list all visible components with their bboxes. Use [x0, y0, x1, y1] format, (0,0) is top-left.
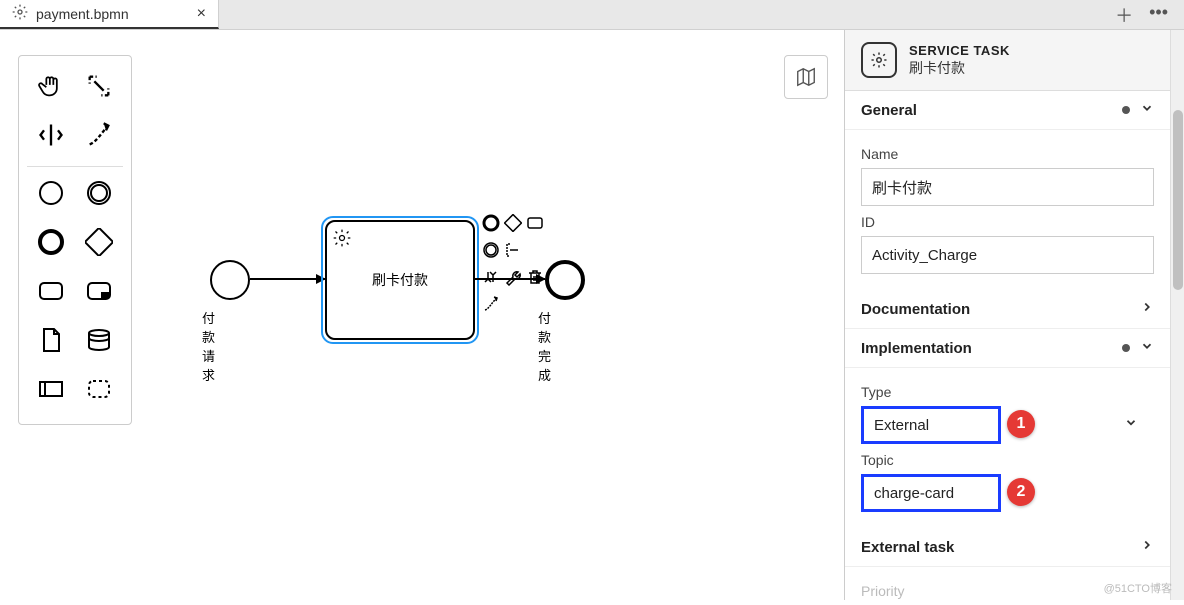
- add-tab-icon[interactable]: ＋: [1115, 2, 1133, 28]
- append-task-icon[interactable]: [526, 214, 544, 237]
- start-event-icon[interactable]: [37, 179, 65, 212]
- section-documentation[interactable]: Documentation: [845, 290, 1170, 329]
- tab-filename: payment.bpmn: [36, 6, 129, 22]
- chevron-right-icon: [1140, 300, 1154, 318]
- dot-icon: [1122, 106, 1130, 114]
- topic-label: Topic: [861, 452, 1154, 468]
- name-input[interactable]: [861, 168, 1154, 206]
- gateway-icon[interactable]: [85, 228, 113, 261]
- append-gateway-icon[interactable]: [504, 214, 522, 237]
- props-header: SERVICE TASK 刷卡付款: [845, 30, 1170, 91]
- subprocess-icon[interactable]: [85, 277, 113, 310]
- id-input[interactable]: [861, 236, 1154, 274]
- canvas[interactable]: 付款请求 刷卡付款 付款完成: [0, 30, 844, 600]
- connect-tool-icon[interactable]: [85, 121, 113, 154]
- editor-tab[interactable]: payment.bpmn ×: [0, 0, 219, 29]
- chevron-right-icon: [1140, 538, 1154, 556]
- element-type: SERVICE TASK: [909, 43, 1010, 58]
- tool-palette: [18, 55, 132, 425]
- task-label: 刷卡付款: [325, 220, 475, 340]
- chevron-down-icon: [1140, 101, 1154, 119]
- close-icon[interactable]: ×: [197, 5, 206, 23]
- space-tool-icon[interactable]: [37, 121, 65, 154]
- topic-input[interactable]: [861, 474, 1001, 512]
- section-general[interactable]: General: [845, 91, 1170, 130]
- type-select[interactable]: External: [861, 406, 1001, 444]
- start-event-label: 付款请求: [202, 308, 215, 384]
- participant-icon[interactable]: [37, 375, 65, 408]
- context-pad: [482, 214, 552, 322]
- callout-2: 2: [1007, 478, 1035, 506]
- group-icon[interactable]: [85, 375, 113, 408]
- scrollbar[interactable]: [1170, 30, 1184, 600]
- scroll-thumb[interactable]: [1173, 110, 1183, 290]
- properties-panel: SERVICE TASK 刷卡付款 General Name ID Docume…: [844, 30, 1184, 600]
- data-store-icon[interactable]: [85, 326, 113, 359]
- task-icon[interactable]: [37, 277, 65, 310]
- annotation-icon[interactable]: [504, 241, 522, 264]
- lasso-tool-icon[interactable]: [85, 72, 113, 105]
- intermediate-event-icon[interactable]: [85, 179, 113, 212]
- start-event[interactable]: [210, 260, 250, 300]
- hand-tool-icon[interactable]: [37, 72, 65, 105]
- chevron-down-icon: [1124, 416, 1138, 435]
- change-type-icon[interactable]: [482, 268, 500, 291]
- data-object-icon[interactable]: [37, 326, 65, 359]
- tab-bar: payment.bpmn × ＋ •••: [0, 0, 1184, 30]
- trash-icon[interactable]: [526, 268, 544, 291]
- connect-icon[interactable]: [482, 295, 500, 318]
- more-icon[interactable]: •••: [1149, 2, 1168, 28]
- service-task-header-icon: [861, 42, 897, 78]
- wrench-icon[interactable]: [504, 268, 522, 291]
- end-event-icon[interactable]: [37, 228, 65, 261]
- element-name: 刷卡付款: [909, 58, 1010, 78]
- append-intermediate-icon[interactable]: [482, 241, 500, 264]
- sequence-flow[interactable]: [250, 278, 325, 280]
- section-implementation[interactable]: Implementation: [845, 329, 1170, 368]
- section-external-task[interactable]: External task: [845, 528, 1170, 567]
- callout-1: 1: [1007, 410, 1035, 438]
- gear-icon: [12, 4, 28, 23]
- id-label: ID: [861, 214, 1154, 230]
- dot-icon: [1122, 344, 1130, 352]
- chevron-down-icon: [1140, 339, 1154, 357]
- minimap-toggle[interactable]: [784, 55, 828, 99]
- type-label: Type: [861, 384, 1154, 400]
- append-end-event-icon[interactable]: [482, 214, 500, 237]
- name-label: Name: [861, 146, 1154, 162]
- watermark: @51CTO博客: [1104, 580, 1172, 596]
